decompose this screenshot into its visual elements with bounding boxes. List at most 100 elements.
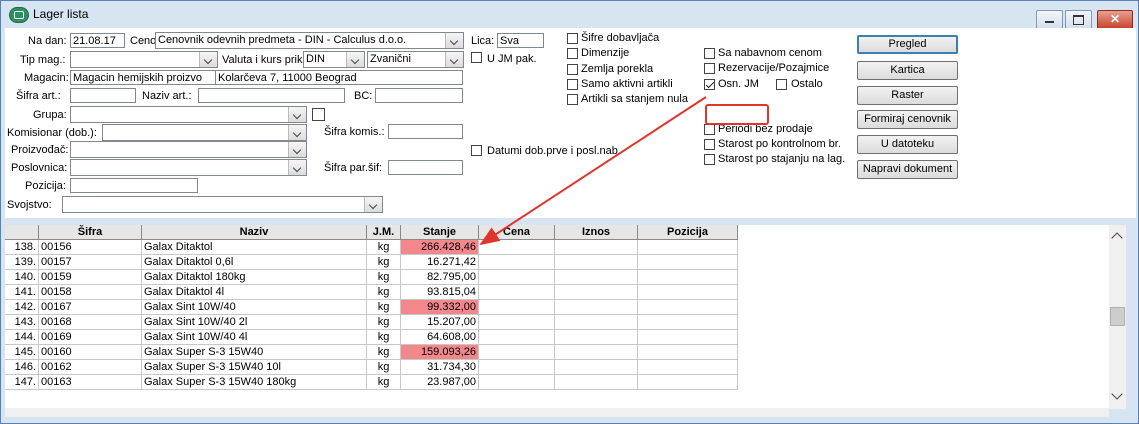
grupa-select[interactable] (70, 106, 307, 123)
formiraj-cenovnik-button[interactable]: Formiraj cenovnik (857, 110, 958, 129)
table-row[interactable]: 144. 00169 Galax Sint 10W/40 4l kg 64.608,00 (5, 330, 738, 345)
maximize-button[interactable] (1065, 10, 1092, 29)
cell-iznos (555, 375, 638, 390)
sa-nabavnom-checkbox[interactable] (704, 48, 715, 59)
table-row[interactable]: 140. 00159 Galax Ditaktol 180kg kg 82.795,00 (5, 270, 738, 285)
cell-naziv: Galax Ditaktol (142, 240, 367, 255)
bc-input[interactable] (375, 88, 463, 103)
cell-jm: kg (367, 375, 401, 390)
dimenzije-label: Dimenzije (581, 47, 630, 59)
rezervacije-checkbox[interactable] (704, 63, 715, 74)
periodi-checkbox[interactable] (704, 124, 715, 135)
kurs-select[interactable]: Zvanični (367, 51, 464, 68)
horizontal-scrollbar[interactable] (5, 408, 1109, 417)
pregled-button[interactable]: Pregled (857, 35, 958, 54)
datumi-checkbox[interactable] (471, 145, 482, 156)
na-dan-input[interactable]: 21.08.17 (70, 33, 125, 48)
chevron-down-icon[interactable] (288, 160, 306, 175)
starost-kontrolnom-label: Starost po kontrolnom br. (718, 138, 841, 150)
header-iznos[interactable]: Iznos (555, 225, 638, 239)
tip-mag-select[interactable] (70, 51, 218, 68)
cell-pozicija (638, 360, 738, 375)
ostalo-checkbox[interactable] (776, 79, 787, 90)
table-row[interactable]: 143. 00168 Galax Sint 10W/40 2l kg 15.207,00 (5, 315, 738, 330)
starost-kontrolnom-checkbox[interactable] (704, 139, 715, 150)
header-pozicija[interactable]: Pozicija (638, 225, 738, 239)
napravi-dokument-button[interactable]: Napravi dokument (857, 160, 958, 179)
scroll-thumb[interactable] (1110, 307, 1125, 326)
vertical-scrollbar[interactable] (1109, 225, 1126, 409)
header-naziv[interactable]: Naziv (142, 225, 367, 239)
artikli-nula-label: Artikli sa stanjem nula (581, 93, 688, 105)
cell-naziv: Galax Sint 10W/40 2l (142, 315, 367, 330)
sa-nabavnom-label: Sa nabavnom cenom (718, 47, 822, 59)
artikli-nula-checkbox[interactable] (567, 94, 578, 105)
cell-jm: kg (367, 345, 401, 360)
header-jm[interactable]: J.M. (367, 225, 401, 239)
zemlja-porekla-checkbox[interactable] (567, 64, 578, 75)
svojstvo-select[interactable] (62, 196, 383, 213)
sifra-komis-label: Šifra komis.: (324, 126, 385, 138)
sifra-komis-input[interactable] (388, 124, 463, 139)
raster-button[interactable]: Raster (857, 86, 958, 105)
magacin-input[interactable]: Magacin hemijskih proizvo (70, 70, 216, 85)
cell-stanje: 93.815,04 (401, 285, 479, 300)
cenovnik-select[interactable]: Cenovnik odevnih predmeta - DIN - Calcul… (155, 32, 464, 49)
cell-naziv: Galax Sint 10W/40 4l (142, 330, 367, 345)
u-datoteku-button[interactable]: U datoteku (857, 135, 958, 154)
cell-iznos (555, 315, 638, 330)
table-row[interactable]: 146. 00162 Galax Super S-3 15W40 10l kg 31.7… (5, 360, 738, 375)
table-row[interactable]: 147. 00163 Galax Super S-3 15W40 180kg kg 23… (5, 375, 738, 390)
proizvodjac-select[interactable] (70, 141, 307, 158)
chevron-down-icon[interactable] (364, 197, 382, 212)
kartica-button[interactable]: Kartica (857, 61, 958, 80)
komisionar-label: Komisionar (dob.): (7, 127, 97, 139)
table-row[interactable]: 145. 00160 Galax Super S-3 15W40 kg 159.093,… (5, 345, 738, 360)
scroll-up-icon[interactable] (1111, 232, 1123, 244)
cell-sifra: 00156 (39, 240, 142, 255)
chevron-down-icon[interactable] (288, 107, 306, 122)
chevron-down-icon[interactable] (445, 52, 463, 67)
scroll-down-icon[interactable] (1111, 388, 1123, 400)
cell-cena (479, 255, 555, 270)
chevron-down-icon[interactable] (346, 52, 364, 67)
valuta-select[interactable]: DIN (303, 51, 365, 68)
table-row[interactable]: 141. 00158 Galax Ditaktol 4l kg 93.815,04 (5, 285, 738, 300)
osn-jm-checkbox[interactable] (704, 79, 715, 90)
header-sifra[interactable]: Šifra (39, 225, 142, 239)
ujm-checkbox[interactable] (471, 52, 482, 63)
cell-cena (479, 360, 555, 375)
poslovnica-select[interactable] (70, 159, 307, 176)
lica-input[interactable]: Sva (497, 33, 544, 48)
cell-jm: kg (367, 300, 401, 315)
starost-stajanju-label: Starost po stajanju na lag. (718, 153, 846, 165)
chevron-down-icon[interactable] (288, 142, 306, 157)
close-button[interactable]: ✕ (1097, 10, 1133, 29)
cell-cena (479, 315, 555, 330)
pozicija-input[interactable] (70, 178, 198, 193)
starost-stajanju-checkbox[interactable] (704, 154, 715, 165)
grupa-checkbox[interactable] (312, 108, 325, 121)
header-cena[interactable]: Cena (479, 225, 555, 239)
komisionar-select[interactable] (102, 124, 307, 141)
sifre-dobavljaca-checkbox[interactable] (567, 33, 578, 44)
header-stanje[interactable]: Stanje (401, 225, 479, 239)
osn-jm-label: Osn. JM (718, 78, 759, 90)
table-row[interactable]: 138. 00156 Galax Ditaktol kg 266.428,46 (5, 240, 738, 255)
table-row[interactable]: 139. 00157 Galax Ditaktol 0,6l kg 16.271,42 (5, 255, 738, 270)
sifra-art-input[interactable] (70, 88, 136, 103)
title-bar[interactable]: Lager lista ✕ (1, 1, 1138, 29)
cell-jm: kg (367, 360, 401, 375)
naziv-art-input[interactable] (198, 88, 345, 103)
chevron-down-icon[interactable] (445, 33, 463, 48)
cell-iznos (555, 255, 638, 270)
cell-stanje: 99.332,00 (401, 300, 479, 315)
row-number: 145. (5, 345, 39, 360)
samo-aktivni-checkbox[interactable] (567, 79, 578, 90)
dimenzije-checkbox[interactable] (567, 48, 578, 59)
chevron-down-icon[interactable] (288, 125, 306, 140)
minimize-button[interactable] (1036, 10, 1063, 29)
chevron-down-icon[interactable] (199, 52, 217, 67)
table-row[interactable]: 142. 00167 Galax Sint 10W/40 kg 99.332,00 (5, 300, 738, 315)
sifra-par-input[interactable] (388, 160, 463, 175)
